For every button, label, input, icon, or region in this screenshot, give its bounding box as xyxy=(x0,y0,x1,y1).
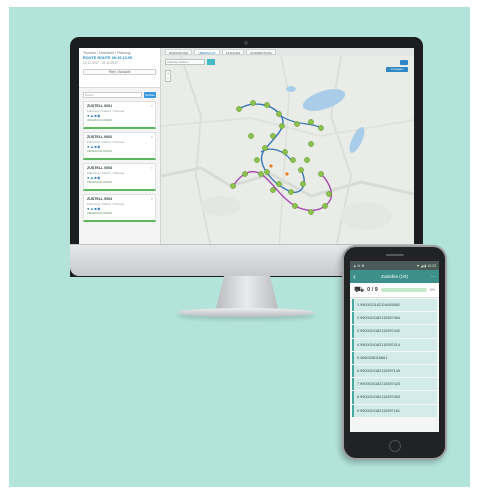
stop-marker[interactable] xyxy=(270,187,276,193)
filter-button[interactable]: Filter / Auswahl xyxy=(83,68,156,75)
stop-marker[interactable] xyxy=(326,191,332,197)
tour-card[interactable]: × ZUSTELL 0004 Fahrzeug / Fahrer / Tourn… xyxy=(83,194,156,222)
stop-marker[interactable] xyxy=(270,133,276,139)
tour-sidebar: Tournée / Übersicht / Planung ROUTE ROUT… xyxy=(79,48,161,248)
phone-earpiece xyxy=(386,254,404,256)
list-item[interactable]: 2 9900024182115397464 xyxy=(352,312,437,325)
stop-marker[interactable] xyxy=(304,157,310,163)
progress-bar xyxy=(380,288,427,292)
stop-marker[interactable] xyxy=(276,111,282,117)
list-item[interactable]: 3 9900024182115397442 xyxy=(352,325,437,338)
stop-marker[interactable] xyxy=(258,171,264,177)
list-item[interactable]: 7 9900024182115397423 xyxy=(352,378,437,391)
main-tabs: DISPOSITION ÜBERSICHT PLANUNG AUSWERTUNG xyxy=(161,48,414,56)
delivery-progress: ⛟ 0 / 9 0% xyxy=(350,283,439,298)
map-toolbar: Adresse suchen xyxy=(165,59,215,65)
sidebar-search: Suche Suchen xyxy=(79,88,160,101)
stop-marker[interactable] xyxy=(318,171,324,177)
list-item[interactable]: 8 9900024182115397453 xyxy=(352,391,437,404)
stop-marker[interactable] xyxy=(262,145,268,151)
progress-percent: 0% xyxy=(429,288,435,292)
map-canvas[interactable] xyxy=(161,56,414,248)
stop-marker[interactable] xyxy=(276,181,282,187)
stop-marker[interactable] xyxy=(264,102,270,108)
desktop-screen: Tournée / Übersicht / Planung ROUTE ROUT… xyxy=(79,48,414,248)
tab-overview[interactable]: ÜBERSICHT xyxy=(194,49,220,55)
status-icons-left: ▲ ✉ ⚙ xyxy=(353,263,365,268)
progress-count: 0 / 9 xyxy=(367,287,378,293)
phone-status-bar: ▲ ✉ ⚙ ▼ ◢ ▮ 10:23 xyxy=(350,261,439,270)
zoom-control[interactable]: + − xyxy=(165,70,171,82)
list-item[interactable]: 9 9900024182115397161 xyxy=(352,404,437,417)
map-apply-button[interactable]: Anzeigen xyxy=(386,67,408,72)
map-search-button[interactable] xyxy=(207,59,215,65)
monitor-stand xyxy=(215,276,279,312)
stop-marker[interactable] xyxy=(282,149,288,155)
close-icon[interactable]: × xyxy=(151,165,153,170)
stop-marker[interactable] xyxy=(248,133,254,139)
map-area xyxy=(201,196,241,216)
parcel-list: 1 9900021182116445580 2 9900024182115397… xyxy=(350,298,439,419)
tour-card[interactable]: × ZUSTELL 0001 Fahrzeug / Fahrer / Tourn… xyxy=(83,101,156,129)
scene: Tournée / Übersicht / Planung ROUTE ROUT… xyxy=(9,7,470,487)
list-item[interactable]: 5 4060306116661 xyxy=(352,351,437,364)
truck-icon: ⛟ xyxy=(354,285,365,294)
tour-status: ABGESCHLOSSEN xyxy=(87,210,113,215)
camera-icon xyxy=(244,41,248,45)
tab-disposition[interactable]: DISPOSITION xyxy=(165,49,193,55)
menu-icon[interactable]: ⋯ xyxy=(428,274,436,280)
sidebar-search-input[interactable]: Suche xyxy=(83,91,142,98)
close-icon[interactable]: × xyxy=(151,103,153,108)
tour-status: ABGESCHLOSSEN xyxy=(87,117,113,122)
stop-marker[interactable] xyxy=(318,125,324,131)
stop-marker[interactable] xyxy=(230,183,236,189)
map-area xyxy=(340,202,392,230)
stop-marker[interactable] xyxy=(250,100,256,106)
stop-marker[interactable] xyxy=(290,157,296,163)
list-item[interactable]: 4 9900024182115397414 xyxy=(352,338,437,351)
stop-marker[interactable] xyxy=(292,203,298,209)
list-item[interactable]: 1 9900021182116445580 xyxy=(352,299,437,312)
stop-marker[interactable] xyxy=(279,123,285,129)
phone-title: Zustellen (1/9) xyxy=(381,274,408,279)
tour-card[interactable]: × ZUSTELL 0003 Fahrzeug / Fahrer / Tourn… xyxy=(83,163,156,191)
stop-marker[interactable] xyxy=(322,203,328,209)
phone-screen: ▲ ✉ ⚙ ▼ ◢ ▮ 10:23 ‹ Zustellen (1/9) ⋯ ⛟ … xyxy=(350,261,439,432)
close-icon[interactable]: × xyxy=(151,134,153,139)
depot-marker[interactable] xyxy=(269,164,273,168)
lake xyxy=(286,86,296,92)
stop-marker[interactable] xyxy=(264,169,270,175)
sidebar-date-range: 14.12.2017 - 22.12.2017 xyxy=(83,61,118,65)
map-search-input[interactable]: Adresse suchen xyxy=(165,59,205,65)
stop-marker[interactable] xyxy=(236,106,242,112)
stop-marker[interactable] xyxy=(298,167,304,173)
stop-marker[interactable] xyxy=(242,171,248,177)
tour-card[interactable]: × ZUSTELL 0002 Fahrzeug / Fahrer / Tourn… xyxy=(83,132,156,160)
stop-marker[interactable] xyxy=(300,181,306,187)
desktop-monitor: Tournée / Übersicht / Planung ROUTE ROUT… xyxy=(70,37,423,277)
stop-marker[interactable] xyxy=(294,121,300,127)
depot-marker[interactable] xyxy=(285,172,289,176)
sidebar-search-button[interactable]: Suchen xyxy=(144,91,156,98)
sidebar-header: Tournée / Übersicht / Planung ROUTE ROUT… xyxy=(79,48,160,88)
stop-marker[interactable] xyxy=(308,141,314,147)
home-button[interactable] xyxy=(389,440,401,452)
stop-marker[interactable] xyxy=(308,119,314,125)
smartphone: ▲ ✉ ⚙ ▼ ◢ ▮ 10:23 ‹ Zustellen (1/9) ⋯ ⛟ … xyxy=(342,245,447,460)
stop-marker[interactable] xyxy=(288,189,294,195)
route-map[interactable]: Adresse suchen + − Anzeigen xyxy=(161,56,414,248)
status-icons-right: ▼ ◢ ▮ 10:23 xyxy=(416,263,436,268)
list-item[interactable]: 6 9900024182115397149 xyxy=(352,364,437,378)
back-icon[interactable]: ‹ xyxy=(353,270,361,283)
map-layer-button[interactable] xyxy=(400,60,408,65)
phone-app-bar: ‹ Zustellen (1/9) ⋯ xyxy=(350,270,439,283)
stop-marker[interactable] xyxy=(308,209,314,215)
stop-marker[interactable] xyxy=(254,157,260,163)
monitor-stand-base xyxy=(177,308,315,317)
tour-status: ABGESCHLOSSEN xyxy=(87,148,113,153)
close-icon[interactable]: × xyxy=(151,196,153,201)
tab-planning[interactable]: PLANUNG xyxy=(221,49,245,55)
tour-status: ABGESCHLOSSEN xyxy=(87,179,113,184)
tab-evaluation[interactable]: AUSWERTUNG xyxy=(246,49,276,55)
